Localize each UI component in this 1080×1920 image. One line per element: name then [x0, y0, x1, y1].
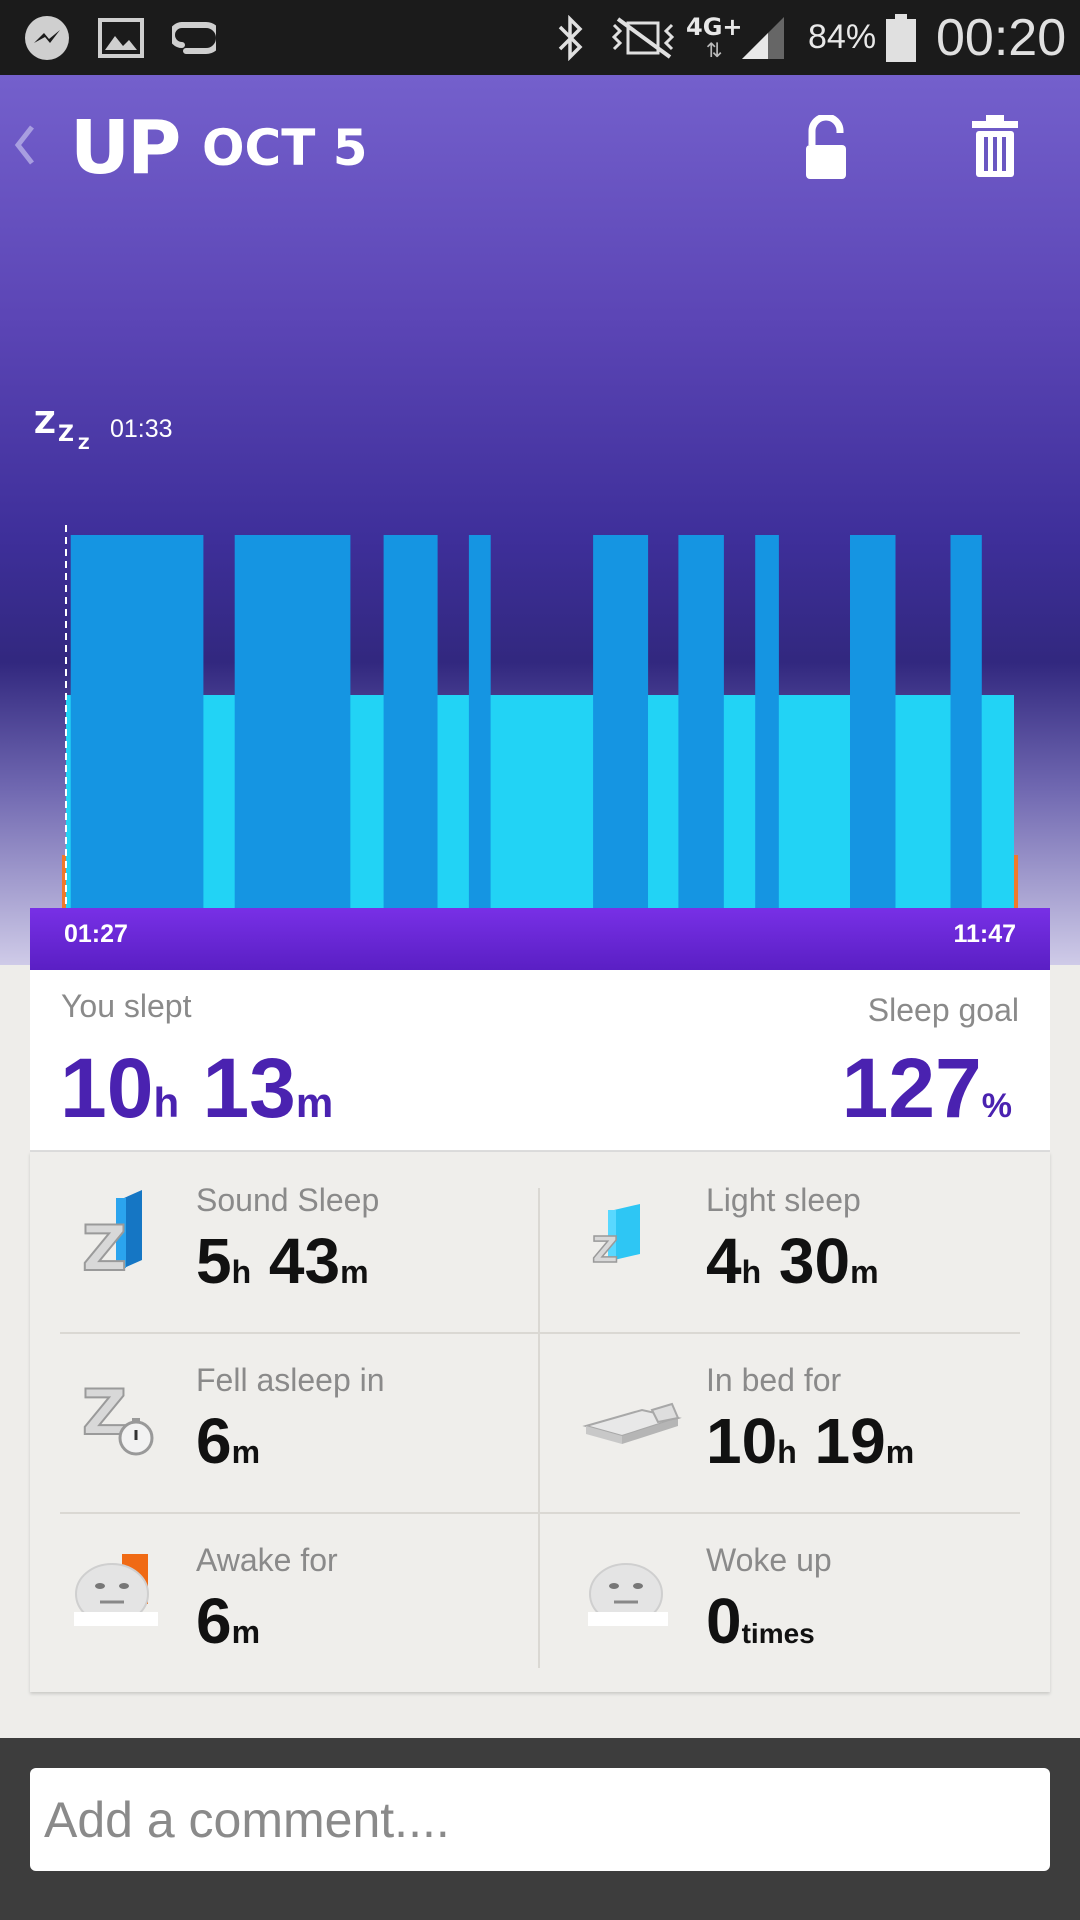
sleep-goal-label: Sleep goal: [867, 992, 1019, 1028]
woke-up-label: Woke up: [706, 1542, 832, 1578]
sleep-goal-unit: %: [981, 1087, 1012, 1125]
network-type: 4G+: [686, 12, 743, 41]
trash-icon[interactable]: [970, 113, 1020, 183]
awake-for-label: Awake for: [196, 1542, 338, 1578]
data-arrows-icon: ⇅: [705, 37, 723, 62]
sleep-goal-value: 127%: [842, 1040, 1012, 1137]
slept-minutes: 13: [202, 1041, 296, 1135]
sleep-goal-percent: 127: [841, 1041, 982, 1135]
bed-icon: [582, 1380, 682, 1454]
chart-time-axis: 01:27 11:47: [30, 908, 1050, 970]
sound-sleep-value: 5h 43m: [196, 1225, 369, 1297]
zzz-icon: ZZZ: [34, 405, 98, 455]
gallery-icon: [98, 0, 144, 75]
page-date: OCT 5: [202, 119, 368, 177]
status-bar: 4G+ ⇅ 84% 00:20: [0, 0, 1080, 75]
light-sleep-label: Light sleep: [706, 1182, 861, 1218]
time-start-label: 01:27: [64, 920, 128, 948]
sleep-summary: You slept 10h 13m Sleep goal 127%: [30, 970, 1050, 1152]
woke-up-value: 0times: [706, 1585, 815, 1657]
comment-bar: [0, 1738, 1080, 1920]
svg-text:Z: Z: [78, 434, 90, 451]
svg-text:Z: Z: [592, 1230, 618, 1268]
fell-asleep-label: Fell asleep in: [196, 1362, 385, 1398]
grid-divider-vertical: [538, 1188, 540, 1668]
awake-for-value: 6m: [196, 1585, 261, 1657]
slept-total: 10h 13m: [60, 1040, 333, 1137]
battery-icon: [884, 0, 918, 75]
sound-sleep-icon: Z: [80, 1188, 160, 1286]
svg-text:Z: Z: [58, 422, 74, 447]
woke-up-face-icon: [582, 1550, 672, 1644]
battery-percent: 84%: [808, 18, 877, 56]
clock: 00:20: [936, 8, 1067, 67]
sound-sleep-label: Sound Sleep: [196, 1182, 380, 1218]
grid-divider: [60, 1332, 1020, 1334]
vibrate-icon: [608, 0, 678, 75]
svg-text:Z: Z: [34, 406, 56, 441]
unlock-icon[interactable]: [802, 113, 850, 187]
awake-face-icon: [72, 1548, 162, 1642]
bluetooth-icon: [556, 0, 586, 75]
light-sleep-value: 4h 30m: [706, 1225, 879, 1297]
time-end-label: 11:47: [953, 920, 1016, 948]
in-bed-label: In bed for: [706, 1362, 842, 1398]
fell-asleep-value: 6m: [196, 1405, 261, 1477]
sleep-stage-chart: [30, 525, 1050, 983]
slept-minutes-unit: m: [295, 1079, 334, 1126]
fell-asleep-icon: Z: [81, 1372, 162, 1466]
slept-label: You slept: [61, 988, 192, 1024]
comment-input[interactable]: [30, 1768, 1050, 1871]
grid-divider: [60, 1512, 1020, 1514]
svg-text:Z: Z: [82, 1212, 127, 1278]
slept-hours-unit: h: [153, 1079, 180, 1126]
up-app-icon: [172, 0, 216, 75]
messenger-icon: [22, 0, 72, 75]
app-name: UP: [70, 105, 181, 191]
slept-hours: 10: [60, 1041, 154, 1135]
sleep-start-time: 01:33: [110, 415, 173, 443]
signal-icon: [740, 0, 786, 75]
in-bed-value: 10h 19m: [706, 1405, 915, 1477]
light-sleep-icon: Z: [591, 1202, 652, 1272]
back-chevron-icon[interactable]: [12, 123, 36, 171]
sleep-stats-grid: Z Sound Sleep 5h 43m Z Light sleep 4h 30…: [30, 1152, 1050, 1692]
sleep-chart-panel: UP OCT 5 ZZZ 01:33: [0, 75, 1080, 983]
